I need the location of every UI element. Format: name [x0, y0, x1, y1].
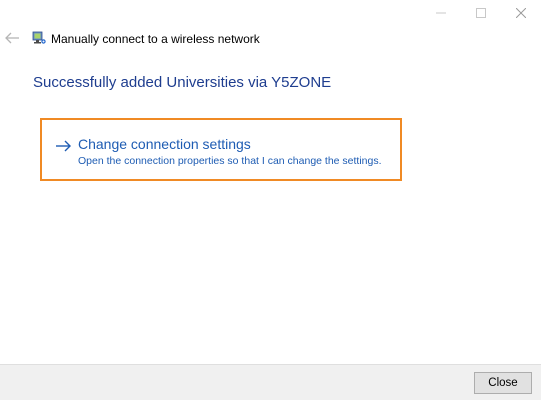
command-link-title: Change connection settings [78, 136, 251, 152]
command-link-description: Open the connection properties so that I… [78, 155, 382, 167]
change-connection-settings-link[interactable]: Change connection settings Open the conn… [40, 118, 402, 181]
wireless-network-icon [32, 31, 46, 44]
wizard-window: Manually connect to a wireless network S… [0, 0, 541, 400]
window-title: Manually connect to a wireless network [51, 32, 260, 46]
minimize-button[interactable] [421, 0, 461, 26]
maximize-icon [476, 8, 486, 18]
close-button[interactable]: Close [474, 372, 532, 394]
page-heading: Successfully added Universities via Y5ZO… [33, 74, 332, 91]
footer-bar: Close [0, 364, 541, 400]
maximize-button[interactable] [461, 0, 501, 26]
minimize-icon [436, 12, 446, 14]
close-window-button[interactable] [501, 0, 541, 26]
close-icon [516, 8, 526, 18]
right-arrow-icon [56, 140, 71, 152]
back-arrow-icon[interactable] [4, 31, 20, 45]
